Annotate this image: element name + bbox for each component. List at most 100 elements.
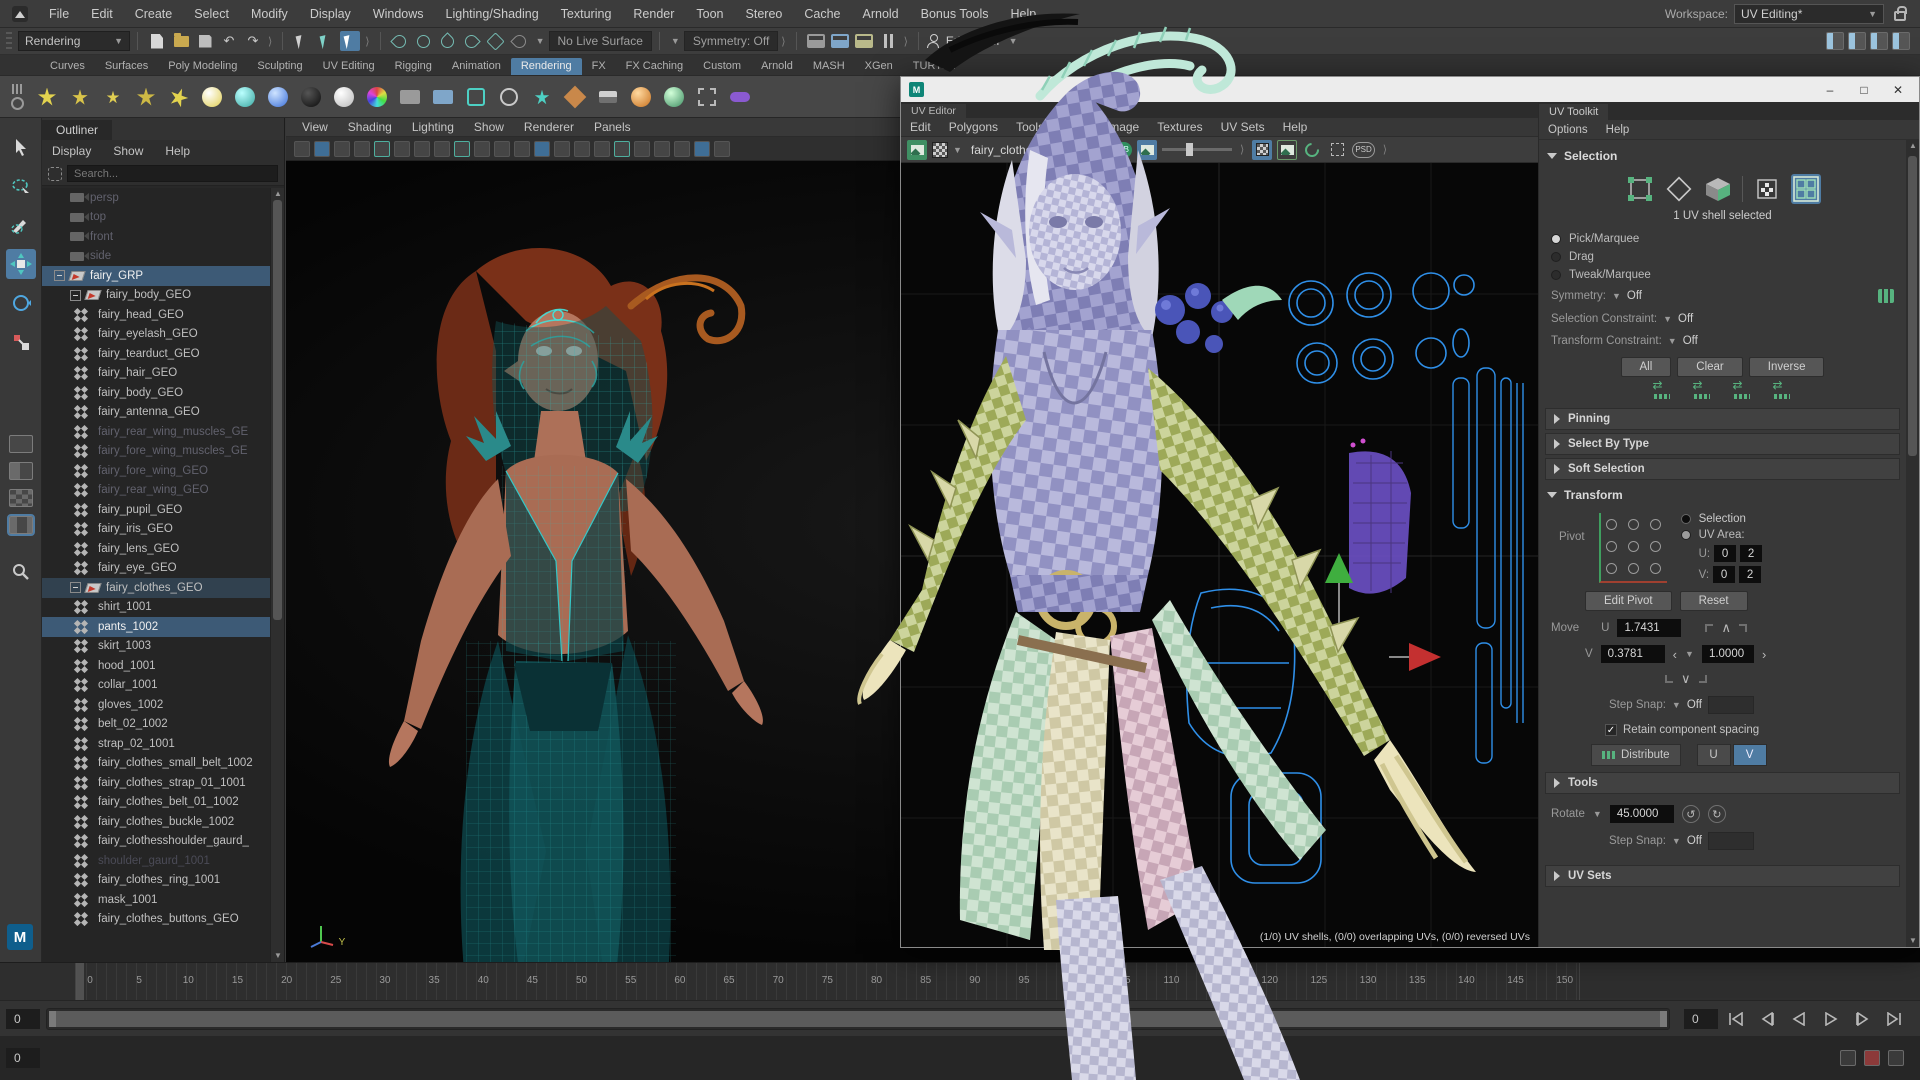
- outliner-row[interactable]: fairy_pupil_GEO: [42, 500, 270, 520]
- workspace-selector[interactable]: UV Editing* ▼: [1734, 4, 1884, 24]
- viewport-toolbar-icon[interactable]: [454, 141, 470, 157]
- symmetry-field[interactable]: Symmetry: Off: [684, 31, 778, 51]
- image-on-icon[interactable]: [1137, 140, 1157, 160]
- shelf-icon[interactable]: [430, 84, 456, 110]
- menu-item[interactable]: Select: [183, 0, 240, 28]
- move-down-button[interactable]: ∨: [1681, 671, 1691, 687]
- outliner-row[interactable]: fairy_fore_wing_muscles_GE: [42, 442, 270, 462]
- section-uv-sets[interactable]: UV Sets: [1545, 865, 1900, 887]
- rotate-cw-button[interactable]: ↻: [1708, 805, 1726, 823]
- rotate-step-snap-row[interactable]: Step Snap:▼ Off: [1545, 827, 1900, 855]
- account-menu[interactable]: Eric Keller ▼: [926, 34, 1018, 48]
- outliner-row[interactable]: fairy_clothes_belt_01_1002: [42, 793, 270, 813]
- menu-item[interactable]: Bonus Tools: [910, 0, 1000, 28]
- go-to-end-button[interactable]: [1884, 1009, 1906, 1029]
- menu-item[interactable]: Windows: [362, 0, 435, 28]
- viewport-toolbar-icon[interactable]: [314, 141, 330, 157]
- shelf-icon[interactable]: [595, 84, 621, 110]
- uv-area-u-min[interactable]: 0: [1714, 545, 1736, 562]
- section-tools[interactable]: Tools: [1545, 772, 1900, 794]
- viewport-toolbar-icon[interactable]: [374, 141, 390, 157]
- shelf-icon[interactable]: [232, 84, 258, 110]
- viewport-toolbar-icon[interactable]: [594, 141, 610, 157]
- snap-projected-icon[interactable]: [462, 31, 482, 51]
- open-scene-icon[interactable]: [171, 31, 191, 51]
- outliner-row[interactable]: front: [42, 227, 270, 247]
- make-live-icon[interactable]: [510, 31, 530, 51]
- toggle-channel-box-icon[interactable]: [1892, 32, 1910, 50]
- distribute-u-button[interactable]: U: [1697, 744, 1731, 766]
- step-forward-button[interactable]: [1852, 1009, 1874, 1029]
- section-soft-selection[interactable]: Soft Selection: [1545, 458, 1900, 480]
- section-select-by-type[interactable]: Select By Type: [1545, 433, 1900, 455]
- outliner-row[interactable]: fairy_GRP: [42, 266, 270, 286]
- time-slider[interactable]: 0510152025303540455055606570758085909510…: [0, 962, 1920, 1000]
- outliner-row[interactable]: fairy_clothes_small_belt_1002: [42, 754, 270, 774]
- select-object-icon[interactable]: [316, 31, 336, 51]
- viewport-menu-item[interactable]: Renderer: [514, 120, 584, 134]
- vertex-mode-icon[interactable]: [1625, 174, 1655, 204]
- workspace-lock-icon[interactable]: [1894, 11, 1906, 21]
- uv-editor-menu-item[interactable]: Image: [1097, 120, 1148, 134]
- shelf-icon[interactable]: [397, 84, 423, 110]
- minimize-button[interactable]: –: [1813, 77, 1847, 102]
- anim-prefs-icon[interactable]: [1840, 1050, 1856, 1066]
- outliner-row[interactable]: fairy_body_GEO: [42, 286, 270, 306]
- uv-area-u-max[interactable]: 2: [1740, 545, 1762, 562]
- reset-pivot-button[interactable]: Reset: [1680, 591, 1748, 611]
- uv-distortion-icon[interactable]: [1252, 140, 1272, 160]
- uv-shell-mode-icon[interactable]: [1791, 174, 1821, 204]
- save-scene-icon[interactable]: [195, 31, 215, 51]
- shelf-icon[interactable]: [364, 84, 390, 110]
- uv-toolkit-tab[interactable]: UV Toolkit: [1539, 104, 1608, 120]
- menu-item[interactable]: Stereo: [735, 0, 794, 28]
- section-transform[interactable]: Transform: [1545, 483, 1900, 507]
- scale-tool[interactable]: [6, 327, 36, 357]
- shelf-tab[interactable]: FX: [582, 58, 616, 75]
- viewport-toolbar-icon[interactable]: [574, 141, 590, 157]
- selection-button[interactable]: Clear: [1677, 357, 1742, 377]
- viewport-toolbar-icon[interactable]: [534, 141, 550, 157]
- select-component-icon[interactable]: [340, 31, 360, 51]
- live-surface-field[interactable]: No Live Surface: [549, 31, 652, 51]
- outliner-row[interactable]: fairy_tearduct_GEO: [42, 344, 270, 364]
- edge-mode-icon[interactable]: [1664, 174, 1694, 204]
- shelf-icon[interactable]: [562, 84, 588, 110]
- menu-item[interactable]: Modify: [240, 0, 299, 28]
- image-dim-slider[interactable]: [1162, 148, 1232, 151]
- outliner-row[interactable]: fairy_clothes_buttons_GEO: [42, 910, 270, 930]
- uv-editor-menu-item[interactable]: Edit: [901, 120, 940, 134]
- menu-set-selector[interactable]: Rendering▼: [18, 31, 130, 51]
- shelf-tab[interactable]: Animation: [442, 58, 511, 75]
- shelf-popup-icon[interactable]: [12, 84, 22, 94]
- snap-point-icon[interactable]: [438, 31, 458, 51]
- move-step-field[interactable]: 1.0000: [1702, 645, 1754, 663]
- move-tool[interactable]: [6, 249, 36, 279]
- outliner-row[interactable]: fairy_rear_wing_GEO: [42, 481, 270, 501]
- select-tool[interactable]: [6, 132, 36, 162]
- viewport-toolbar-icon[interactable]: [474, 141, 490, 157]
- shelf-icon[interactable]: [166, 84, 192, 110]
- go-to-start-button[interactable]: [1724, 1009, 1746, 1029]
- outliner-menu-item[interactable]: Display: [42, 144, 101, 158]
- shelf-tab[interactable]: XGen: [855, 58, 903, 75]
- shelf-icon[interactable]: [529, 84, 555, 110]
- move-u-field[interactable]: 1.7431: [1617, 619, 1681, 637]
- toggle-attribute-editor-icon[interactable]: [1848, 32, 1866, 50]
- transform-constraint-row[interactable]: Transform Constraint:▼ Off: [1545, 330, 1900, 352]
- move-up-button[interactable]: ∧: [1721, 620, 1731, 636]
- outliner-row[interactable]: fairy_rear_wing_muscles_GE: [42, 422, 270, 442]
- shelf-tab[interactable]: Rigging: [385, 58, 442, 75]
- shelf-icon[interactable]: [463, 84, 489, 110]
- outliner-search-input[interactable]: [67, 165, 278, 182]
- shelf-gear-icon[interactable]: [11, 97, 24, 110]
- menu-item[interactable]: Create: [124, 0, 184, 28]
- move-step-snap-row[interactable]: Step Snap:▼ Off: [1545, 691, 1900, 719]
- toggle-tool-settings-icon[interactable]: [1870, 32, 1888, 50]
- outliner-row[interactable]: fairy_antenna_GEO: [42, 403, 270, 423]
- outliner-row[interactable]: fairy_eye_GEO: [42, 559, 270, 579]
- layout-single-pane-button[interactable]: [9, 435, 33, 453]
- range-start-field[interactable]: 0: [6, 1009, 40, 1029]
- layout-four-pane-button[interactable]: [9, 489, 33, 507]
- selection-constraint-row[interactable]: Selection Constraint:▼ Off: [1545, 308, 1900, 330]
